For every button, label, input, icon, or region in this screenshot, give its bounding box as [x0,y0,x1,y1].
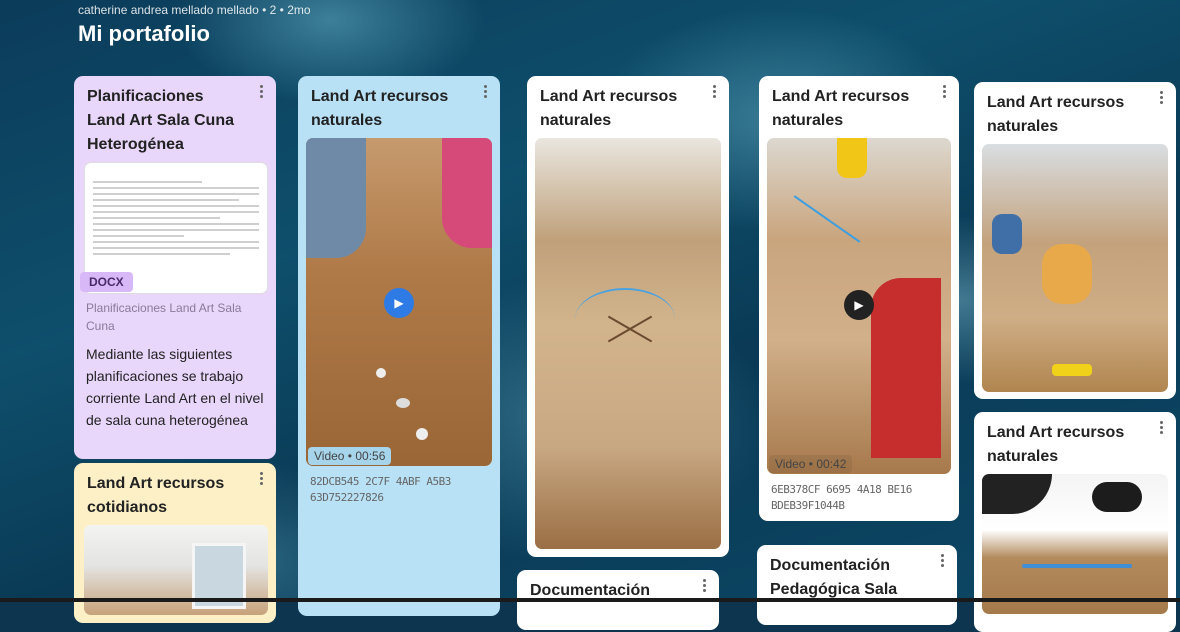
post-card-video-1[interactable]: Land Art recursos naturales ▶ Video • 00… [298,76,500,616]
video-duration: Video • 00:42 [769,455,853,473]
file-id: 6EB378CF 6695 4A18 BE16 BDEB39F1044B [771,483,912,512]
post-photo[interactable] [982,474,1168,614]
video-duration: Video • 00:56 [308,447,392,465]
more-vert-icon[interactable] [1154,418,1168,436]
more-vert-icon[interactable] [707,82,721,100]
more-vert-icon[interactable] [937,82,951,100]
post-title: Land Art recursos naturales [987,424,1125,465]
post-card-photo-1[interactable]: Land Art recursos naturales [527,76,729,557]
attachment-type-badge: DOCX [80,272,133,292]
play-icon[interactable]: ▶ [384,288,414,318]
post-photo[interactable] [982,144,1168,392]
board-title: Mi portafolio [78,21,210,46]
post-title: Land Art recursos naturales [311,88,449,129]
post-title: Land Art recursos naturales [987,94,1125,135]
more-vert-icon[interactable] [478,82,492,100]
post-title: Land Art recursos naturales [772,88,910,129]
more-vert-icon[interactable] [1154,88,1168,106]
post-photo[interactable] [535,138,721,549]
post-title: Planificaciones Land Art Sala Cuna Heter… [87,88,234,153]
post-title: Land Art recursos naturales [540,88,678,129]
post-card-documentacion-pedagogica[interactable]: Documentación Pedagógica Sala [757,545,957,625]
more-vert-icon[interactable] [254,469,268,487]
more-vert-icon[interactable] [254,82,268,100]
bottom-edge [0,598,1180,602]
post-card-planificaciones[interactable]: Planificaciones Land Art Sala Cuna Heter… [74,76,276,459]
post-card-photo-2[interactable]: Land Art recursos naturales [974,82,1176,399]
post-description: Mediante las siguientes planificaciones … [86,346,264,428]
post-title: Land Art recursos cotidianos [87,475,225,516]
more-vert-icon[interactable] [935,551,949,569]
more-vert-icon[interactable] [697,576,711,594]
board-header: catherine andrea mellado mellado • 2 • 2… [78,3,311,47]
board-author-meta: catherine andrea mellado mellado • 2 • 2… [78,3,311,17]
attachment-name[interactable]: Planificaciones Land Art Sala Cuna [86,299,262,335]
post-card-video-2[interactable]: Land Art recursos naturales ▶ Video • 00… [759,76,959,521]
post-title: Documentación Pedagógica Sala [770,557,898,598]
play-icon[interactable]: ▶ [844,290,874,320]
file-id: 82DCB545 2C7F 4ABF A5B3 63D752227826 [310,475,451,504]
